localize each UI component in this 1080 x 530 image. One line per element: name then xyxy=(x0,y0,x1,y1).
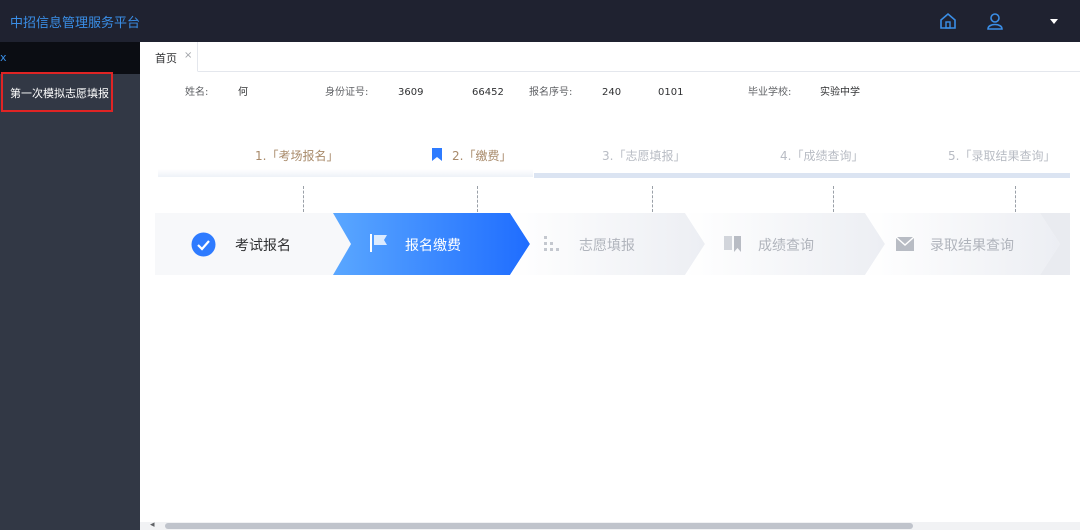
main-content: 首页 × 姓名: 何 身份证号: 3609 66452 报名序号: 240 01… xyxy=(140,42,1080,530)
timeline-progress-remaining xyxy=(534,173,1070,178)
sidebar-item-label: 第一次模拟志愿填报 xyxy=(10,87,109,100)
tab-home[interactable]: 首页 × xyxy=(140,42,198,72)
app-title: 中招信息管理服务平台 xyxy=(10,16,141,31)
step-score-query[interactable]: 成绩查询 xyxy=(758,235,814,255)
mail-icon xyxy=(895,236,915,251)
bookmark-icon xyxy=(724,236,741,252)
timeline-connector xyxy=(652,186,653,212)
timeline-connector xyxy=(833,186,834,212)
reg-number-part1: 240 xyxy=(602,87,622,98)
timeline-connector xyxy=(477,186,478,212)
step-application-fill[interactable]: 志愿填报 xyxy=(579,235,635,255)
top-bar: 中招信息管理服务平台 xyxy=(0,0,1080,42)
caret-down-icon[interactable] xyxy=(1048,16,1060,26)
name-label: 姓名: xyxy=(185,87,209,98)
check-circle-icon xyxy=(191,232,216,257)
step-exam-registration[interactable]: 考试报名 xyxy=(235,235,291,255)
timeline-progress-done xyxy=(158,169,533,177)
steps-bar: 考试报名 报名缴费 志愿填报 成绩查询 录取结果查询 xyxy=(155,213,1070,275)
bars-icon xyxy=(544,236,559,251)
tab-label: 首页 xyxy=(155,52,177,65)
horizontal-scrollbar-thumb[interactable] xyxy=(165,523,913,529)
user-icon[interactable] xyxy=(985,11,1005,31)
school-label: 毕业学校: xyxy=(748,87,792,98)
close-icon[interactable]: × xyxy=(184,50,192,61)
reg-number-part2: 0101 xyxy=(658,87,684,98)
sidebar-item-first-mock-application[interactable]: 第一次模拟志愿填报 xyxy=(1,72,113,112)
school-value: 实验中学 xyxy=(820,87,860,98)
bookmark-flag-icon xyxy=(432,148,442,161)
id-label: 身份证号: xyxy=(325,87,369,98)
timeline-step-5: 5.「录取结果查询」 xyxy=(948,149,1056,163)
timeline-step-3: 3.「志愿填报」 xyxy=(602,149,686,163)
timeline-step-4: 4.「成绩查询」 xyxy=(780,149,864,163)
timeline-connector xyxy=(1015,186,1016,212)
collapse-icon[interactable]: x xyxy=(0,52,7,64)
timeline-connector xyxy=(303,186,304,212)
timeline-step-2: 2.「缴费」 xyxy=(452,149,512,163)
name-value: 何 xyxy=(238,87,248,98)
scroll-left-icon[interactable]: ◂ xyxy=(150,520,155,530)
id-value-part2: 66452 xyxy=(472,87,504,98)
home-icon[interactable] xyxy=(938,11,958,31)
sidebar: x 第一次模拟志愿填报 xyxy=(0,42,140,530)
sidebar-header: x xyxy=(0,42,140,74)
reg-number-label: 报名序号: xyxy=(529,87,573,98)
step-admission-result-query[interactable]: 录取结果查询 xyxy=(930,235,1014,255)
step-registration-payment[interactable]: 报名缴费 xyxy=(405,235,461,255)
id-value-part1: 3609 xyxy=(398,87,424,98)
tab-bar: 首页 × xyxy=(140,42,1080,72)
timeline-step-1: 1.「考场报名」 xyxy=(255,149,339,163)
flag-icon xyxy=(370,234,387,252)
